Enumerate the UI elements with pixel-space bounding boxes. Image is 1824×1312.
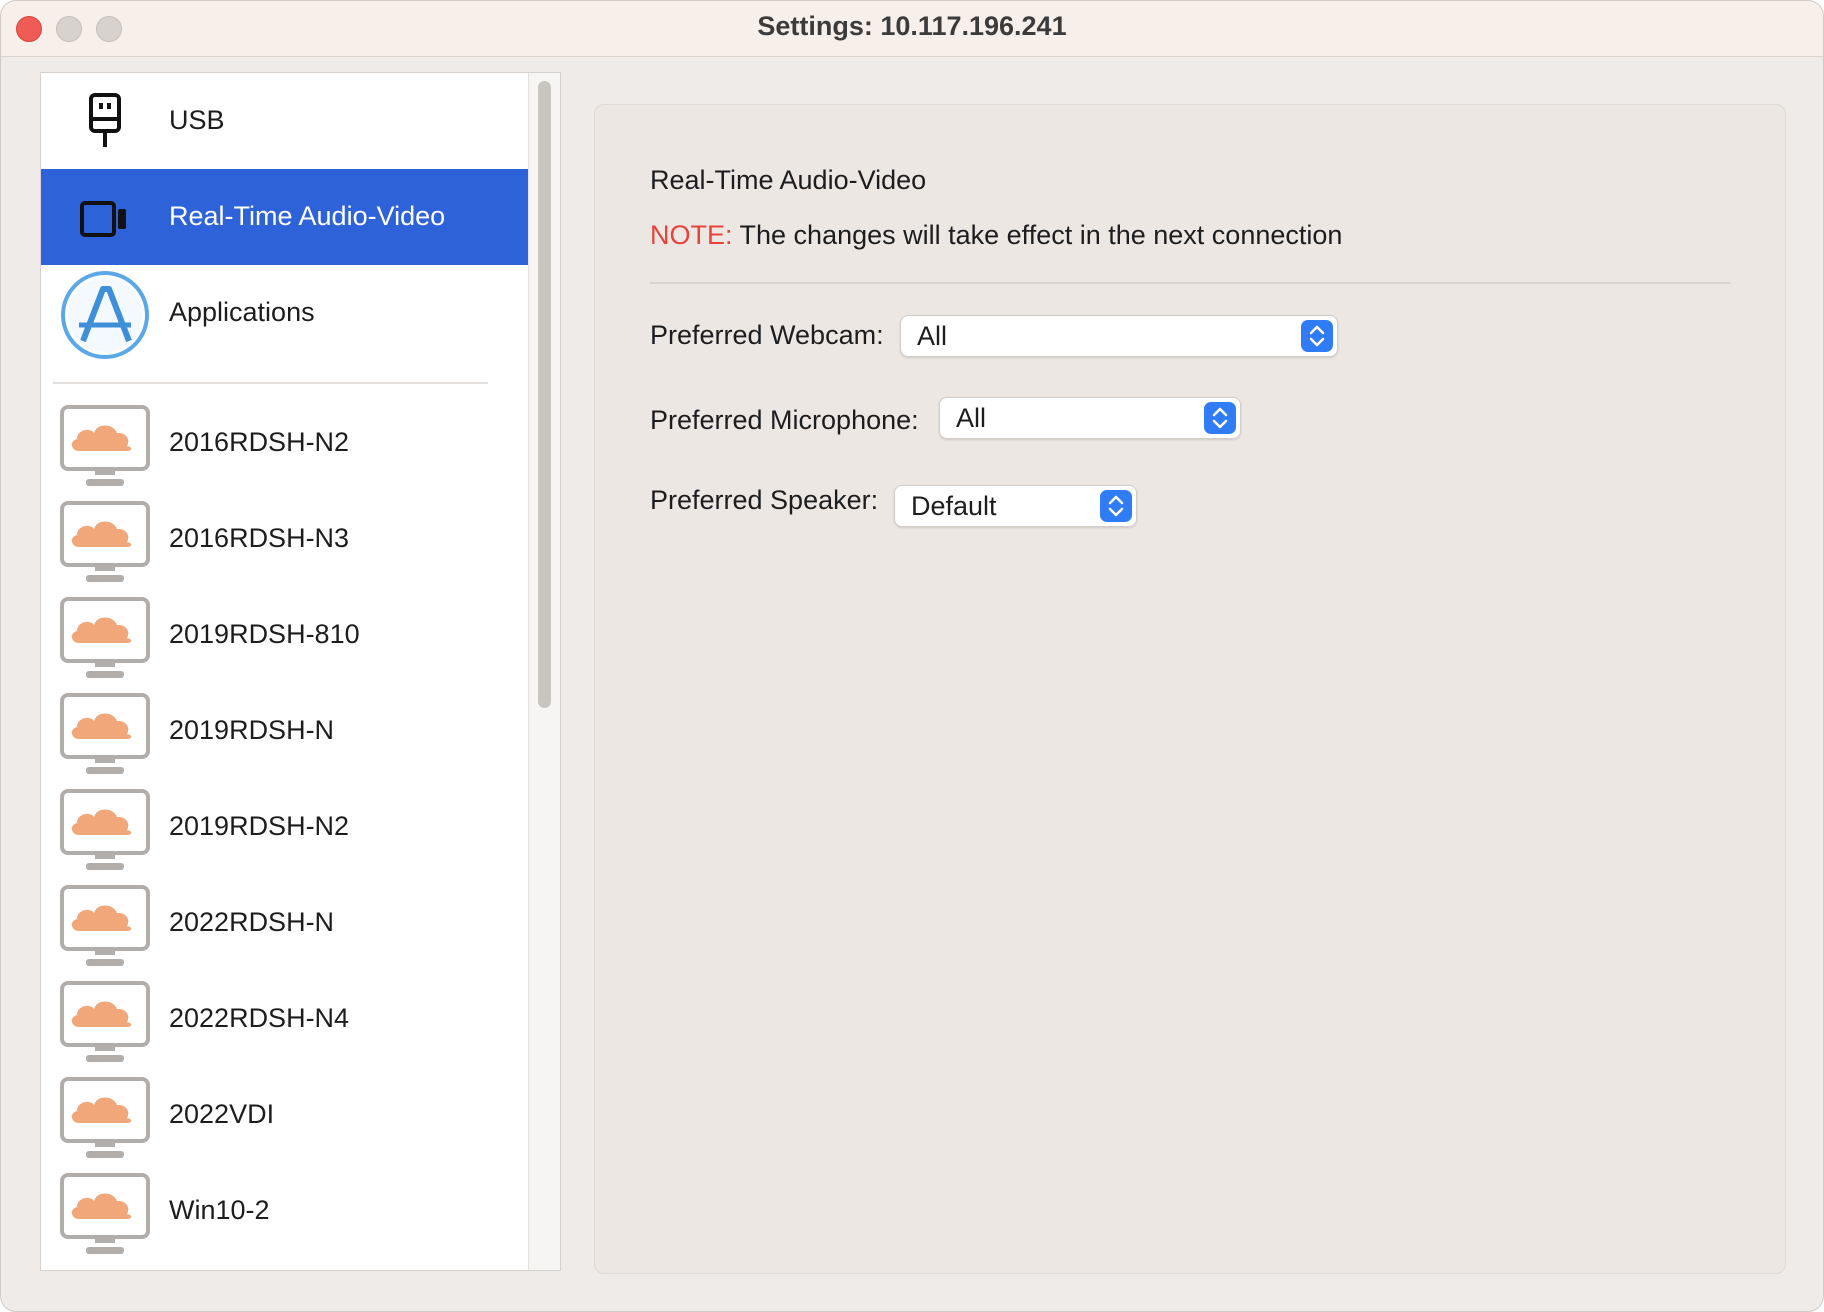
speaker-select[interactable]: Default	[894, 485, 1137, 527]
sidebar-separator	[53, 382, 488, 384]
window-title: Settings: 10.117.196.241	[757, 11, 1067, 41]
sidebar-item-desktop[interactable]: 2019RDSH-N	[41, 683, 528, 779]
sidebar-scrollbar[interactable]	[528, 73, 560, 1270]
sidebar-item-real-time-audio-video[interactable]: Real-Time Audio-Video	[41, 169, 528, 265]
app-store-icon	[61, 271, 149, 359]
webcam-select[interactable]: All	[900, 315, 1338, 357]
note-label: NOTE:	[650, 220, 733, 250]
cloud-desktop-icon	[59, 975, 151, 1067]
sidebar-item-applications[interactable]: Applications	[41, 265, 528, 361]
sidebar-item-desktop[interactable]: 2019RDSH-810	[41, 587, 528, 683]
sidebar-item-label: 2019RDSH-N	[169, 715, 335, 745]
speaker-label: Preferred Speaker:	[650, 485, 879, 515]
sidebar-item-label: 2022VDI	[169, 1099, 275, 1129]
cloud-desktop-icon	[59, 1071, 151, 1163]
webcam-value: All	[917, 321, 948, 351]
title-bar: Settings: 10.117.196.241	[1, 1, 1823, 57]
cloud-desktop-icon	[59, 879, 151, 971]
sidebar-item-label: 2022RDSH-N	[169, 907, 335, 937]
sidebar: USB Real-Time Audio-Video Applications 2…	[40, 72, 561, 1271]
sidebar-item-label: 2019RDSH-810	[169, 619, 360, 649]
cloud-desktop-icon	[59, 591, 151, 683]
sidebar-item-label: USB	[169, 105, 225, 135]
video-camera-icon	[80, 201, 126, 237]
chevron-up-down-icon	[1204, 402, 1236, 434]
cloud-desktop-icon	[59, 399, 151, 491]
cloud-desktop-icon	[59, 783, 151, 875]
sidebar-item-desktop[interactable]: 2022VDI	[41, 1067, 528, 1163]
sidebar-item-usb[interactable]: USB	[41, 73, 528, 169]
cloud-desktop-icon	[59, 1167, 151, 1259]
panel-title: Real-Time Audio-Video	[650, 165, 927, 195]
sidebar-item-desktop[interactable]: 2022RDSH-N	[41, 875, 528, 971]
sidebar-item-label: Win10-2	[169, 1195, 270, 1225]
sidebar-item-desktop[interactable]: 2016RDSH-N3	[41, 491, 528, 587]
note-message: The changes will take effect in the next…	[732, 220, 1343, 250]
sidebar-item-label: 2019RDSH-N2	[169, 811, 350, 841]
panel-divider	[650, 282, 1731, 284]
cloud-desktop-icon	[59, 687, 151, 779]
webcam-label: Preferred Webcam:	[650, 320, 884, 350]
sidebar-item-label: Applications	[169, 297, 315, 327]
usb-icon	[89, 93, 121, 147]
microphone-value: All	[956, 403, 987, 433]
sidebar-item-desktop[interactable]: 2016RDSH-N2	[41, 395, 528, 491]
sidebar-item-desktop[interactable]: Win10-2	[41, 1163, 528, 1259]
sidebar-item-desktop[interactable]: 2022RDSH-N4	[41, 971, 528, 1067]
sidebar-item-label: 2016RDSH-N2	[169, 427, 350, 457]
speaker-value: Default	[911, 491, 997, 521]
scrollbar-thumb[interactable]	[538, 81, 551, 708]
sidebar-item-label: Real-Time Audio-Video	[169, 201, 446, 231]
chevron-up-down-icon	[1100, 490, 1132, 522]
microphone-select[interactable]: All	[939, 397, 1241, 439]
note-text: NOTE: The changes will take effect in th…	[650, 220, 1342, 251]
settings-window: Settings: 10.117.196.241 USB Real-Time A…	[0, 0, 1824, 1312]
cloud-desktop-icon	[59, 495, 151, 587]
chevron-up-down-icon	[1301, 320, 1333, 352]
microphone-label: Preferred Microphone:	[650, 405, 919, 435]
sidebar-item-label: 2022RDSH-N4	[169, 1003, 350, 1033]
sidebar-item-desktop[interactable]: 2019RDSH-N2	[41, 779, 528, 875]
settings-panel: Real-Time Audio-Video NOTE: The changes …	[594, 104, 1786, 1274]
sidebar-item-label: 2016RDSH-N3	[169, 523, 350, 553]
